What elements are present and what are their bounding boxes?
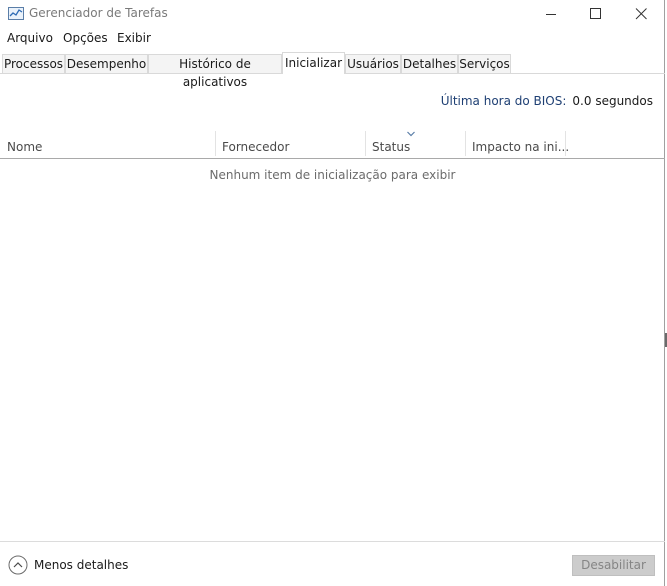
menu-arquivo[interactable]: Arquivo xyxy=(7,31,53,45)
menu-bar: Arquivo Opções Exibir xyxy=(0,29,665,49)
minimize-icon xyxy=(546,14,556,15)
menu-opcoes[interactable]: Opções xyxy=(63,31,108,45)
column-header-impacto-label: Impacto na ini... xyxy=(472,140,570,154)
window-title: Gerenciador de Tarefas xyxy=(29,6,168,20)
empty-list-message: Nenhum item de inicialização para exibir xyxy=(209,168,456,182)
task-manager-icon xyxy=(8,7,24,20)
tab-usuarios[interactable]: Usuários xyxy=(345,54,401,73)
chevron-up-circle-icon xyxy=(8,555,28,575)
title-bar[interactable]: Gerenciador de Tarefas xyxy=(0,0,665,28)
tab-servicos[interactable]: Serviços xyxy=(458,54,511,73)
bios-time-value: 0.0 segundos xyxy=(572,94,653,108)
column-header-nome[interactable]: Nome xyxy=(1,130,216,158)
tab-historico-aplicativos[interactable]: Histórico de aplicativos xyxy=(148,54,282,89)
maximize-icon xyxy=(590,8,601,19)
close-button[interactable] xyxy=(618,0,664,28)
close-icon xyxy=(635,8,647,20)
maximize-button[interactable] xyxy=(572,0,618,28)
menu-exibir[interactable]: Exibir xyxy=(117,31,151,45)
tab-strip: Processos Desempenho Histórico de aplica… xyxy=(0,52,665,89)
tab-processos[interactable]: Processos xyxy=(2,54,65,73)
sort-down-icon xyxy=(407,131,415,137)
tab-inicializar[interactable]: Inicializar xyxy=(282,52,345,74)
bios-time-label: Última hora do BIOS: xyxy=(440,94,567,108)
tab-desempenho[interactable]: Desempenho xyxy=(65,54,148,73)
minimize-button[interactable] xyxy=(528,0,574,28)
column-separator[interactable] xyxy=(565,131,566,156)
column-header-nome-label: Nome xyxy=(7,140,43,154)
footer-divider xyxy=(0,541,665,542)
column-header-fornecedor[interactable]: Fornecedor xyxy=(216,130,365,158)
header-divider xyxy=(0,158,665,159)
tab-detalhes[interactable]: Detalhes xyxy=(401,54,458,73)
column-header-status-label: Status xyxy=(372,140,411,154)
bios-time: Última hora do BIOS: 0.0 segundos xyxy=(441,94,653,108)
column-header-fornecedor-label: Fornecedor xyxy=(222,140,290,154)
less-details-label: Menos detalhes xyxy=(34,558,129,572)
column-header-impacto[interactable]: Impacto na ini... xyxy=(466,130,569,158)
task-manager-window: Gerenciador de Tarefas Arquivo Opções Ex… xyxy=(0,0,665,586)
disable-button[interactable]: Desabilitar xyxy=(572,555,655,576)
